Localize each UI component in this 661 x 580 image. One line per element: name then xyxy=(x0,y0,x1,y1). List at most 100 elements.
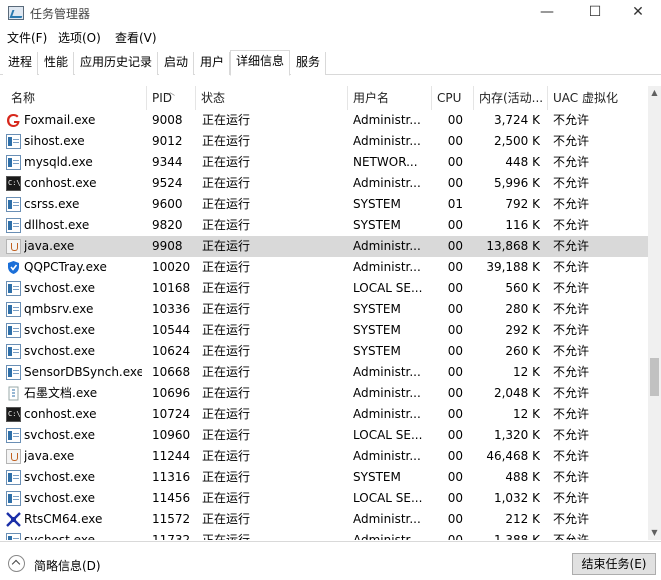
tab-details[interactable]: 详细信息 xyxy=(230,50,291,76)
service-window-icon xyxy=(6,281,21,296)
process-status: 正在运行 xyxy=(202,533,251,540)
document-icon xyxy=(6,386,21,401)
process-user: Administr... xyxy=(353,260,421,274)
process-user: SYSTEM xyxy=(353,323,401,337)
process-memory: 12 K xyxy=(513,407,540,421)
scroll-down-arrow-icon[interactable]: ▼ xyxy=(648,526,661,540)
table-row[interactable]: svchost.exe 10168 正在运行 LOCAL SE... 00 560 K 不允… xyxy=(0,278,648,299)
table-row[interactable]: QQPCTray.exe 10020 正在运行 Administr... 00 39,18… xyxy=(0,257,648,278)
process-pid: 9600 xyxy=(152,197,183,211)
process-user: SYSTEM xyxy=(353,302,401,316)
process-status: 正在运行 xyxy=(202,113,251,127)
table-row[interactable]: svchost.exe 10544 正在运行 SYSTEM 00 292 K 不允许 xyxy=(0,320,648,341)
tab-users[interactable]: 用户 xyxy=(195,52,231,75)
process-memory: 792 K xyxy=(505,197,540,211)
process-uac: 不允许 xyxy=(553,281,590,295)
scroll-up-arrow-icon[interactable]: ▲ xyxy=(648,86,661,100)
maximize-button[interactable]: ☐ xyxy=(572,0,618,26)
brief-info-link[interactable]: 简略信息(D) xyxy=(34,557,101,574)
table-row[interactable]: qmbsrv.exe 10336 正在运行 SYSTEM 00 280 K 不允许 xyxy=(0,299,648,320)
table-row[interactable]: java.exe 11244 正在运行 Administr... 00 46,468 K 不… xyxy=(0,446,648,467)
col-uac[interactable]: UAC 虚拟化 xyxy=(548,86,648,110)
collapse-chevron-icon[interactable] xyxy=(8,555,25,572)
process-name: svchost.exe xyxy=(24,281,95,295)
tab-startup[interactable]: 启动 xyxy=(159,52,195,75)
table-row[interactable]: svchost.exe 10960 正在运行 LOCAL SE... 00 1,320 K… xyxy=(0,425,648,446)
process-name: java.exe xyxy=(24,239,75,253)
process-status: 正在运行 xyxy=(202,239,251,253)
table-row[interactable]: svchost.exe 11732 正在运行 Administr... 00 1,388 … xyxy=(0,530,648,540)
menu-bar: 文件(F) 选项(O) 查看(V) xyxy=(0,27,661,47)
menu-options[interactable]: 选项(O) xyxy=(58,29,101,46)
process-cpu: 00 xyxy=(447,386,463,400)
process-uac: 不允许 xyxy=(553,470,590,484)
process-pid: 9008 xyxy=(152,113,183,127)
table-row[interactable]: Foxmail.exe 9008 正在运行 Administr... 00 3,724 K… xyxy=(0,110,648,131)
process-uac: 不允许 xyxy=(553,302,590,316)
process-memory: 260 K xyxy=(505,344,540,358)
tab-performance[interactable]: 性能 xyxy=(39,52,75,75)
process-name: SensorDBSynch.exe xyxy=(24,365,142,379)
menu-file[interactable]: 文件(F) xyxy=(7,29,47,46)
service-window-icon xyxy=(6,155,21,170)
process-name: conhost.exe xyxy=(24,176,97,190)
col-status[interactable]: 状态 xyxy=(196,86,348,110)
process-cpu: 00 xyxy=(447,428,463,442)
process-cpu: 00 xyxy=(447,365,463,379)
service-window-icon xyxy=(6,365,21,380)
process-user: SYSTEM xyxy=(353,344,401,358)
table-row[interactable]: sihost.exe 9012 正在运行 Administr... 00 2,500 K 不… xyxy=(0,131,648,152)
process-user: Administr... xyxy=(353,512,421,526)
vertical-scrollbar[interactable]: ▲ ▼ xyxy=(648,86,661,540)
table-row[interactable]: dllhost.exe 9820 正在运行 SYSTEM 00 116 K 不允许 xyxy=(0,215,648,236)
process-status: 正在运行 xyxy=(202,449,251,463)
close-button[interactable]: ✕ xyxy=(615,0,661,26)
console-icon xyxy=(6,176,21,191)
process-user: SYSTEM xyxy=(353,218,401,232)
details-table: 名称 ︿ PID 状态 用户名 CPU 内存(活动... UAC 虚拟化 Fox… xyxy=(0,86,661,540)
process-memory: 1,320 K xyxy=(493,428,540,442)
process-cpu: 00 xyxy=(447,323,463,337)
table-row[interactable]: conhost.exe 10724 正在运行 Administr... 00 12 K 不允… xyxy=(0,404,648,425)
table-row[interactable]: RtsCM64.exe 11572 正在运行 Administr... 00 212 K 不… xyxy=(0,509,648,530)
process-status: 正在运行 xyxy=(202,218,251,232)
table-row[interactable]: csrss.exe 9600 正在运行 SYSTEM 01 792 K 不允许 xyxy=(0,194,648,215)
col-pid[interactable]: PID xyxy=(147,86,196,110)
minimize-button[interactable]: — xyxy=(524,0,570,26)
process-name: svchost.exe xyxy=(24,533,95,540)
process-pid: 11456 xyxy=(152,491,191,505)
service-window-icon xyxy=(6,323,21,338)
process-memory: 292 K xyxy=(505,323,540,337)
table-row[interactable]: svchost.exe 11456 正在运行 LOCAL SE... 00 1,032 K… xyxy=(0,488,648,509)
table-row[interactable]: SensorDBSynch.exe 10668 正在运行 Administr... 00… xyxy=(0,362,648,383)
end-task-button[interactable]: 结束任务(E) xyxy=(572,553,656,575)
process-uac: 不允许 xyxy=(553,323,590,337)
table-row[interactable]: svchost.exe 10624 正在运行 SYSTEM 00 260 K 不允许 xyxy=(0,341,648,362)
tab-app-history[interactable]: 应用历史记录 xyxy=(75,52,159,75)
scroll-thumb[interactable] xyxy=(650,358,659,396)
process-uac: 不允许 xyxy=(553,260,590,274)
table-row[interactable]: mysqld.exe 9344 正在运行 NETWOR... 00 448 K 不允许 xyxy=(0,152,648,173)
process-user: Administr... xyxy=(353,533,421,540)
col-cpu[interactable]: CPU xyxy=(432,86,474,110)
col-name[interactable]: 名称 xyxy=(6,86,147,110)
process-name: 石墨文档.exe xyxy=(24,386,98,400)
tab-processes[interactable]: 进程 xyxy=(3,52,39,75)
table-row[interactable]: java.exe 9908 正在运行 Administr... 00 13,868 K 不允… xyxy=(0,236,648,257)
process-memory: 13,868 K xyxy=(486,239,540,253)
tab-services[interactable]: 服务 xyxy=(291,52,327,75)
menu-view[interactable]: 查看(V) xyxy=(115,29,157,46)
process-uac: 不允许 xyxy=(553,344,590,358)
process-uac: 不允许 xyxy=(553,428,590,442)
service-window-icon xyxy=(6,218,21,233)
process-memory: 1,388 K xyxy=(493,533,540,540)
process-pid: 10668 xyxy=(152,365,191,379)
col-user[interactable]: 用户名 xyxy=(348,86,432,110)
process-user: NETWOR... xyxy=(353,155,418,169)
process-memory: 2,048 K xyxy=(493,386,540,400)
table-row[interactable]: conhost.exe 9524 正在运行 Administr... 00 5,996 K… xyxy=(0,173,648,194)
process-pid: 10544 xyxy=(152,323,191,337)
table-row[interactable]: 石墨文档.exe 10696 正在运行 Administr... 00 2,048 K 不允… xyxy=(0,383,648,404)
table-row[interactable]: svchost.exe 11316 正在运行 SYSTEM 00 488 K 不允许 xyxy=(0,467,648,488)
col-memory[interactable]: 内存(活动... xyxy=(474,86,548,110)
